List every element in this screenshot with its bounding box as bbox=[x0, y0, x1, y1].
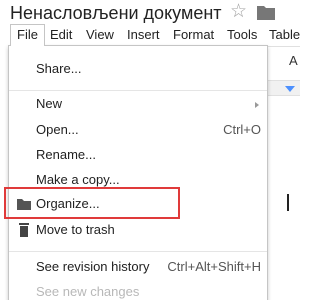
menu-item-label: Rename... bbox=[36, 147, 96, 162]
toolbar-font-button[interactable]: A bbox=[289, 53, 298, 68]
folder-icon[interactable] bbox=[257, 4, 275, 20]
ruler bbox=[268, 80, 300, 96]
menu-view[interactable]: View bbox=[80, 24, 120, 46]
menu-item-revision-history[interactable]: See revision history Ctrl+Alt+Shift+H bbox=[9, 256, 267, 278]
menu-bar: File Edit View Insert Format Tools Table bbox=[0, 24, 300, 46]
star-icon[interactable]: ☆ bbox=[230, 1, 247, 23]
menu-item-label: See revision history bbox=[36, 259, 150, 274]
menu-item-rename[interactable]: Rename... bbox=[9, 144, 267, 166]
menu-item-share[interactable]: Share... bbox=[9, 58, 267, 80]
menu-table[interactable]: Table bbox=[263, 24, 300, 46]
highlight-box bbox=[4, 187, 180, 219]
menu-tools[interactable]: Tools bbox=[221, 24, 263, 46]
text-cursor bbox=[287, 194, 289, 211]
file-menu-dropdown: Share... New Open... Ctrl+O Rename... Ma… bbox=[8, 45, 268, 300]
menu-separator bbox=[9, 251, 267, 252]
menu-item-new[interactable]: New bbox=[9, 93, 267, 115]
menu-item-open[interactable]: Open... Ctrl+O bbox=[9, 119, 267, 141]
toolbar-divider bbox=[268, 46, 300, 47]
menu-format[interactable]: Format bbox=[167, 24, 220, 46]
document-title[interactable]: Ненасловљени документ bbox=[10, 3, 222, 24]
menu-item-shortcut: Ctrl+Alt+Shift+H bbox=[167, 259, 261, 274]
menu-separator bbox=[9, 90, 267, 91]
menu-edit[interactable]: Edit bbox=[44, 24, 78, 46]
menu-item-label: Move to trash bbox=[36, 222, 115, 237]
menu-item-shortcut: Ctrl+O bbox=[223, 122, 261, 137]
menu-item-label: Open... bbox=[36, 122, 79, 137]
ruler-indent-marker[interactable] bbox=[285, 86, 295, 92]
menu-item-label: New bbox=[36, 96, 63, 111]
menu-file[interactable]: File bbox=[10, 24, 45, 46]
menu-item-move-to-trash[interactable]: Move to trash bbox=[9, 219, 267, 241]
trash-icon bbox=[19, 223, 29, 237]
docs-window: Ненасловљени документ ☆ File Edit View I… bbox=[0, 0, 300, 300]
menu-item-label: See new changes bbox=[36, 284, 140, 299]
submenu-arrow-icon bbox=[255, 102, 259, 108]
menu-insert[interactable]: Insert bbox=[121, 24, 166, 46]
menu-item-label: Share... bbox=[36, 61, 82, 76]
menu-item-new-changes: See new changes bbox=[9, 281, 267, 300]
